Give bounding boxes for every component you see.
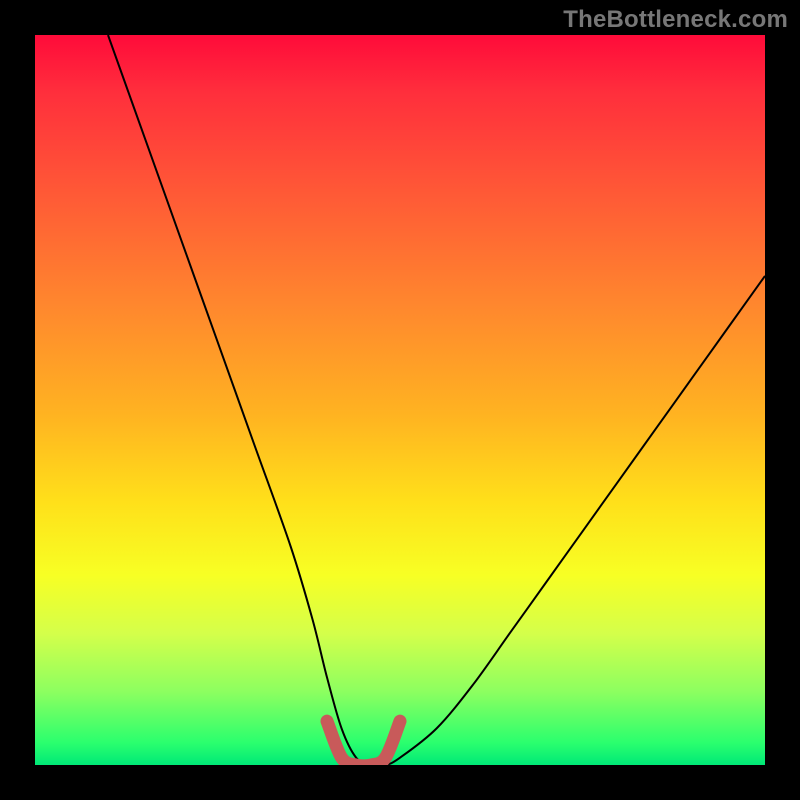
curve-svg — [35, 35, 765, 765]
plot-area — [35, 35, 765, 765]
bottleneck-curve-path — [108, 35, 765, 765]
watermark-text: TheBottleneck.com — [563, 6, 788, 34]
chart-frame: TheBottleneck.com — [0, 0, 800, 800]
flat-zone-highlight-path — [327, 721, 400, 765]
